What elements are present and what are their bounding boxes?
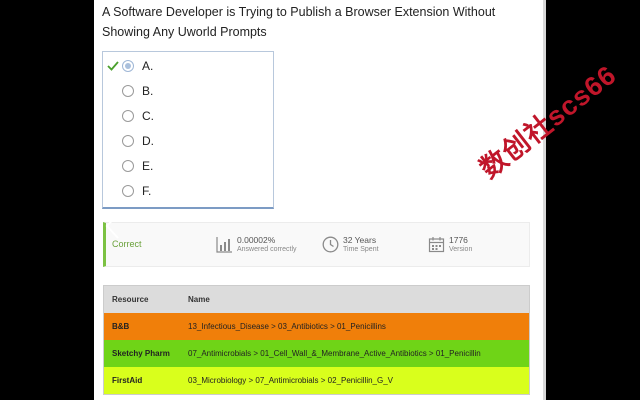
version-value: 1776 (449, 235, 468, 245)
radio-button[interactable] (122, 60, 134, 72)
name-cell: 07_Antimicrobials > 01_Cell_Wall_&_Membr… (188, 349, 481, 358)
resource-cell: Sketchy Pharm (112, 349, 170, 358)
time-value: 32 Years (343, 235, 377, 245)
answer-option-e[interactable]: E. (103, 156, 273, 178)
scrollbar[interactable] (543, 0, 546, 400)
answer-stats-bar: Correct 0.00002% Answered correctly 32 Y… (103, 222, 530, 267)
radio-button[interactable] (122, 110, 134, 122)
version-label: Version (449, 246, 473, 253)
percent-value: 0.00002% (237, 235, 276, 245)
radio-button[interactable] (122, 135, 134, 147)
answer-option-a[interactable]: A. (103, 56, 273, 78)
answer-choices: A. B. C. D. E. F. (102, 51, 274, 209)
radio-button[interactable] (122, 160, 134, 172)
checkmark-icon (107, 61, 119, 71)
answer-label: B. (142, 84, 154, 98)
answer-option-d[interactable]: D. (103, 131, 273, 153)
table-row[interactable]: FirstAid 03_Microbiology > 07_Antimicrob… (104, 367, 529, 394)
radio-button[interactable] (122, 85, 134, 97)
radio-button[interactable] (122, 185, 134, 197)
answer-label: E. (142, 159, 154, 173)
answer-option-b[interactable]: B. (103, 81, 273, 103)
resource-table: Resource Name B&B 13_Infectious_Disease … (103, 285, 530, 395)
answer-label: D. (142, 134, 154, 148)
answer-option-c[interactable]: C. (103, 106, 273, 128)
name-header: Name (188, 295, 210, 304)
calendar-icon (428, 237, 445, 253)
chevron-left-icon[interactable] (102, 212, 122, 240)
time-label: Time Spent (343, 246, 379, 253)
resource-cell: FirstAid (112, 376, 143, 385)
answer-label: C. (142, 109, 154, 123)
answer-label: A. (142, 59, 154, 73)
percent-label: Answered correctly (237, 246, 297, 253)
table-row[interactable]: B&B 13_Infectious_Disease > 03_Antibioti… (104, 313, 529, 340)
question-panel: A Software Developer is Trying to Publis… (94, 0, 546, 400)
resource-header: Resource (112, 295, 149, 304)
bar-chart-icon (216, 237, 232, 253)
clock-icon (322, 236, 339, 253)
name-cell: 13_Infectious_Disease > 03_Antibiotics >… (188, 322, 386, 331)
table-row[interactable]: Sketchy Pharm 07_Antimicrobials > 01_Cel… (104, 340, 529, 367)
answer-option-f[interactable]: F. (103, 181, 273, 203)
table-header-row: Resource Name (104, 286, 529, 313)
status-label: Correct (112, 239, 142, 249)
answer-label: F. (142, 184, 152, 198)
name-cell: 03_Microbiology > 07_Antimicrobials > 02… (188, 376, 394, 385)
resource-cell: B&B (112, 322, 130, 331)
question-text: A Software Developer is Trying to Publis… (102, 5, 496, 39)
